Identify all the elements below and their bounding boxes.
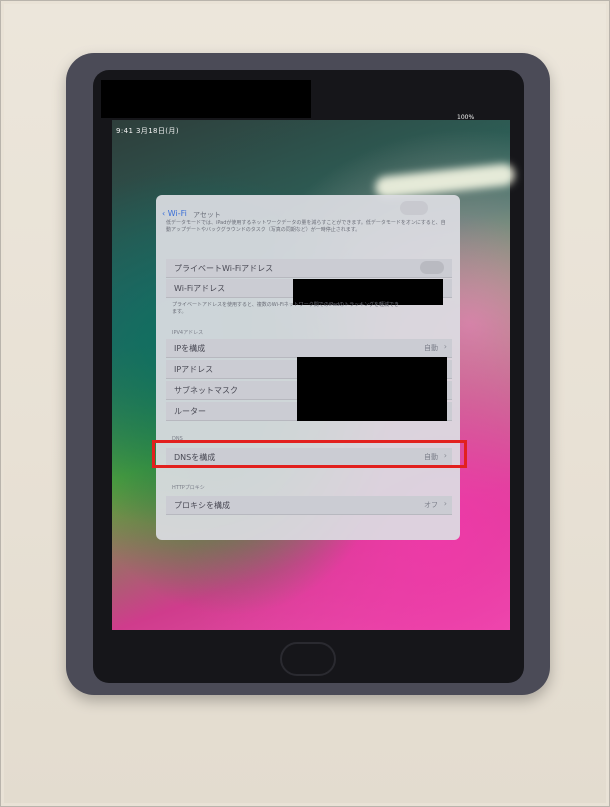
back-button-label: Wi-Fi — [167, 209, 187, 218]
private-address-toggle[interactable] — [420, 261, 444, 274]
private-address-note: プライベートアドレスを使用すると、複数のWi-Fiネットワーク間でのiPadのト… — [172, 302, 400, 315]
row-ip-address-label: IPアドレス — [174, 365, 214, 374]
home-button-reflection — [280, 642, 336, 676]
status-battery: 100% — [457, 114, 475, 121]
low-data-description: 低データモードでは、iPadが使用するネットワークデータの量を減らすことができま… — [166, 220, 446, 233]
row-private-address-label: プライベートWi-Fiアドレス — [174, 264, 274, 273]
redaction-bar-top — [101, 80, 311, 118]
row-private-address: プライベートWi-Fiアドレス — [166, 259, 452, 278]
row-ip-config-label: IPを構成 — [174, 344, 206, 353]
highlight-dns-config — [152, 440, 467, 468]
row-proxy-config-label: プロキシを構成 — [174, 501, 230, 510]
ipv4-section-header: IPV4アドレス — [172, 330, 204, 336]
row-proxy-config[interactable]: プロキシを構成 オフ › — [166, 496, 452, 515]
proxy-section-header: HTTPプロキシ — [172, 485, 205, 491]
row-wifi-address-label: Wi-Fiアドレス — [174, 284, 226, 293]
back-button[interactable]: ‹ Wi-Fi — [162, 209, 187, 218]
chevron-right-icon: › — [443, 499, 447, 508]
row-proxy-config-value: オフ — [424, 501, 438, 509]
row-router-label: ルーター — [174, 407, 206, 416]
row-subnet-label: サブネットマスク — [174, 386, 238, 395]
low-data-toggle[interactable] — [400, 201, 428, 215]
status-time: 9:41 3月18日(月) — [116, 127, 179, 135]
row-ip-config-value: 自動 — [424, 344, 438, 352]
chevron-right-icon: › — [443, 342, 447, 351]
nav-title: アセット — [193, 211, 221, 219]
row-ip-config[interactable]: IPを構成 自動 › — [166, 339, 452, 358]
redaction-ip-details — [297, 357, 447, 421]
